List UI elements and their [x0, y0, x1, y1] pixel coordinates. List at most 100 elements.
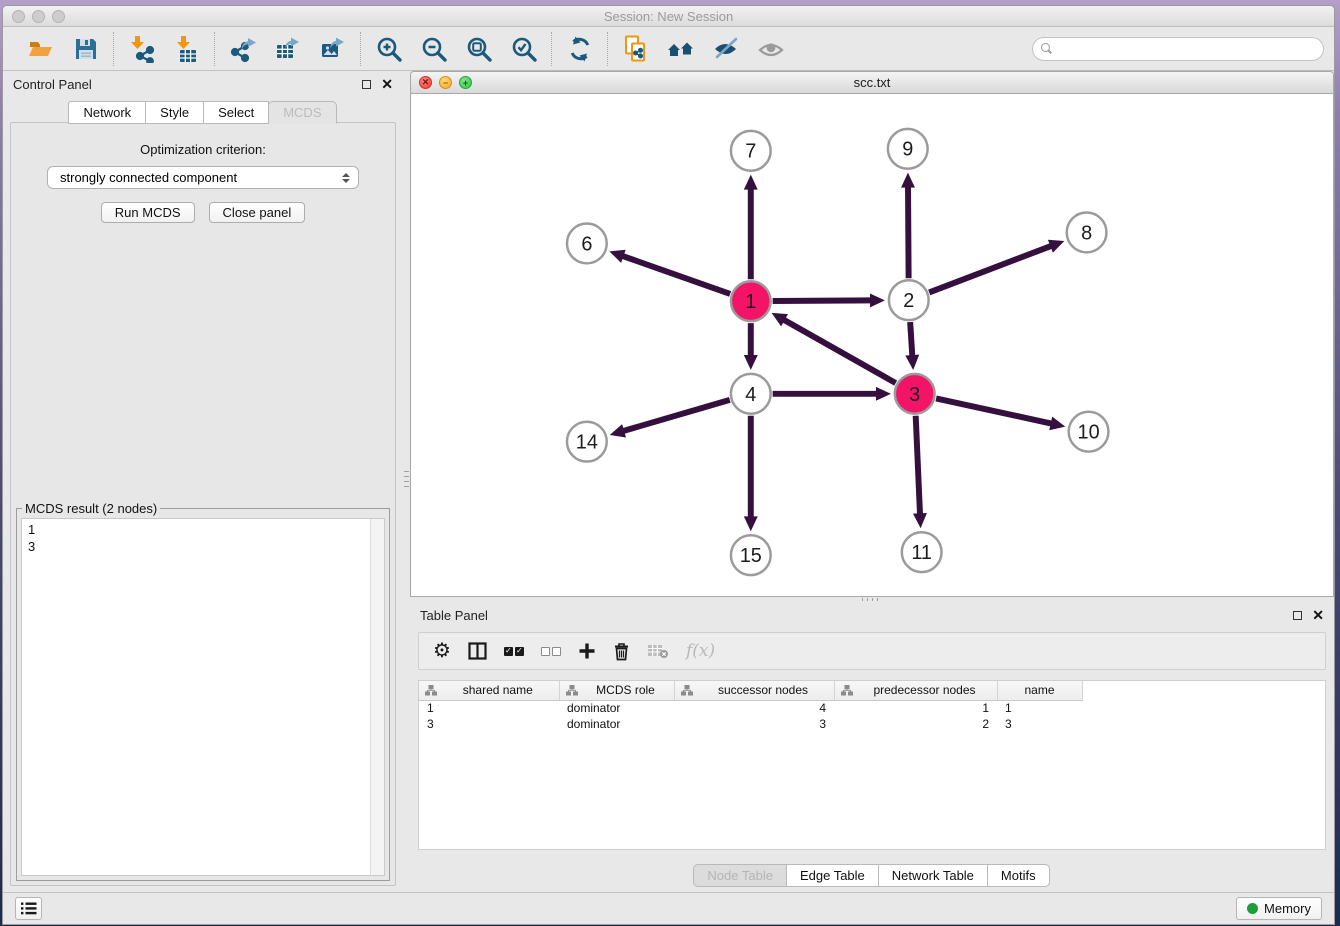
save-floppy-icon: [72, 35, 100, 63]
cell-mcds-role[interactable]: dominator: [559, 716, 674, 732]
graph-node-14[interactable]: 14: [567, 422, 607, 462]
graph-node-11[interactable]: 11: [902, 532, 942, 572]
refresh-layout-button[interactable]: [565, 34, 594, 63]
tab-motifs[interactable]: Motifs: [987, 864, 1050, 887]
export-table-button[interactable]: [273, 34, 302, 63]
float-panel-icon[interactable]: [362, 80, 371, 89]
close-panel-icon[interactable]: ✕: [1312, 608, 1324, 622]
cell-successor-nodes[interactable]: 3: [674, 716, 834, 732]
task-history-button[interactable]: [15, 897, 42, 920]
add-column-button[interactable]: [578, 642, 596, 660]
graph-edge-1-6[interactable]: [621, 255, 731, 294]
column-header-mcds-role[interactable]: MCDS role: [559, 681, 674, 700]
graph-edge-arrowhead: [1049, 417, 1065, 431]
graph-node-6[interactable]: 6: [567, 223, 607, 263]
cell-name[interactable]: 1: [997, 700, 1082, 716]
run-mcds-button[interactable]: Run MCDS: [101, 202, 195, 223]
cell-name[interactable]: 3: [997, 716, 1082, 732]
column-header-shared-name[interactable]: shared name: [419, 681, 559, 700]
tab-network-table[interactable]: Network Table: [878, 864, 988, 887]
zoom-fit-button[interactable]: [464, 34, 493, 63]
save-session-button[interactable]: [71, 34, 100, 63]
import-network-button[interactable]: [127, 34, 156, 63]
graph-node-1[interactable]: 1: [731, 281, 771, 321]
tab-select[interactable]: Select: [203, 101, 269, 124]
tab-node-table[interactable]: Node Table: [693, 864, 787, 887]
graph-node-2[interactable]: 2: [889, 280, 929, 320]
cell-predecessor-nodes[interactable]: 2: [834, 716, 997, 732]
function-builder-button[interactable]: f(x): [686, 641, 715, 661]
zoom-in-button[interactable]: [374, 34, 403, 63]
cell-shared-name[interactable]: 3: [419, 716, 559, 732]
tab-style[interactable]: Style: [145, 101, 204, 124]
close-panel-button[interactable]: Close panel: [209, 202, 306, 223]
cell-predecessor-nodes[interactable]: 1: [834, 700, 997, 716]
graph-edge-arrowhead: [609, 250, 625, 263]
clone-network-button[interactable]: [621, 34, 650, 63]
graph-node-8[interactable]: 8: [1067, 213, 1107, 253]
table-row[interactable]: 3 dominator 3 2 3: [419, 716, 1082, 732]
column-panel-button[interactable]: [468, 642, 487, 660]
search-input[interactable]: [1032, 37, 1324, 61]
cell-shared-name[interactable]: 1: [419, 700, 559, 716]
zoom-out-button[interactable]: [419, 34, 448, 63]
unselect-all-columns-button[interactable]: [541, 647, 561, 656]
graph-node-3[interactable]: 3: [895, 374, 935, 414]
cell-successor-nodes[interactable]: 4: [674, 700, 834, 716]
houses-icon: [667, 35, 695, 63]
export-image-button[interactable]: [318, 34, 347, 63]
graph-edge-1-2[interactable]: [773, 300, 873, 301]
mcds-result-box[interactable]: 1 3: [21, 518, 385, 876]
column-header-name[interactable]: name: [997, 681, 1082, 700]
tab-network[interactable]: Network: [68, 101, 146, 124]
close-panel-icon[interactable]: ✕: [381, 77, 393, 91]
memory-button[interactable]: Memory: [1236, 897, 1322, 920]
criterion-dropdown[interactable]: strongly connected component: [47, 166, 359, 189]
column-header-successor-nodes[interactable]: successor nodes: [674, 681, 834, 700]
table-row[interactable]: 1 dominator 4 1 1: [419, 700, 1082, 716]
table-settings-button[interactable]: ⚙: [433, 641, 451, 661]
export-network-button[interactable]: [228, 34, 257, 63]
hide-details-button[interactable]: [711, 34, 740, 63]
open-session-button[interactable]: [26, 34, 55, 63]
home-network-button[interactable]: [666, 34, 695, 63]
control-panel: Control Panel ✕ Network Style Select MCD…: [3, 71, 403, 892]
graph-edge-3-11[interactable]: [916, 416, 920, 517]
graph-edge-4-14[interactable]: [621, 400, 730, 432]
graph-edge-2-8[interactable]: [929, 245, 1053, 292]
tab-mcds[interactable]: MCDS: [268, 101, 336, 124]
column-header-predecessor-nodes[interactable]: predecessor nodes: [834, 681, 997, 700]
plus-icon: [578, 642, 596, 660]
result-scrollbar[interactable]: [370, 519, 384, 875]
graph-node-15[interactable]: 15: [731, 535, 771, 575]
graph-edge-3-10[interactable]: [936, 398, 1054, 424]
graph-edge-arrowhead: [744, 175, 758, 190]
tab-edge-table[interactable]: Edge Table: [786, 864, 879, 887]
network-view-titlebar: ✕ − + scc.txt: [411, 72, 1333, 94]
graph-node-10[interactable]: 10: [1069, 412, 1109, 452]
delete-table-button[interactable]: [647, 643, 669, 659]
graph-node-label: 14: [576, 432, 598, 454]
network-canvas[interactable]: 7 9 6 8 1 2 4 3 14 10 15 11: [411, 94, 1333, 596]
zoom-selected-button[interactable]: [509, 34, 538, 63]
graph-edge-3-1[interactable]: [782, 319, 896, 383]
app-window: Session: New Session: [2, 5, 1335, 925]
delete-columns-button[interactable]: [613, 642, 630, 661]
cell-mcds-role[interactable]: dominator: [559, 700, 674, 716]
float-panel-icon[interactable]: [1293, 611, 1302, 620]
graph-node-9[interactable]: 9: [888, 129, 928, 169]
graph-node-4[interactable]: 4: [731, 374, 771, 414]
fx-icon: f(x): [686, 641, 715, 661]
select-all-columns-button[interactable]: [504, 647, 524, 656]
vertical-splitter[interactable]: [403, 71, 410, 892]
show-details-button[interactable]: [756, 34, 785, 63]
eye-icon: [757, 35, 785, 63]
graph-edge-arrowhead: [913, 513, 927, 528]
graph-edge-2-9[interactable]: [908, 185, 909, 279]
checked-box-icon: [504, 647, 513, 656]
checked-box-icon: [515, 647, 524, 656]
import-table-button[interactable]: [172, 34, 201, 63]
graph-edge-2-3[interactable]: [910, 322, 912, 358]
control-panel-tabs: Network Style Select MCDS: [3, 101, 403, 124]
graph-node-7[interactable]: 7: [731, 131, 771, 171]
